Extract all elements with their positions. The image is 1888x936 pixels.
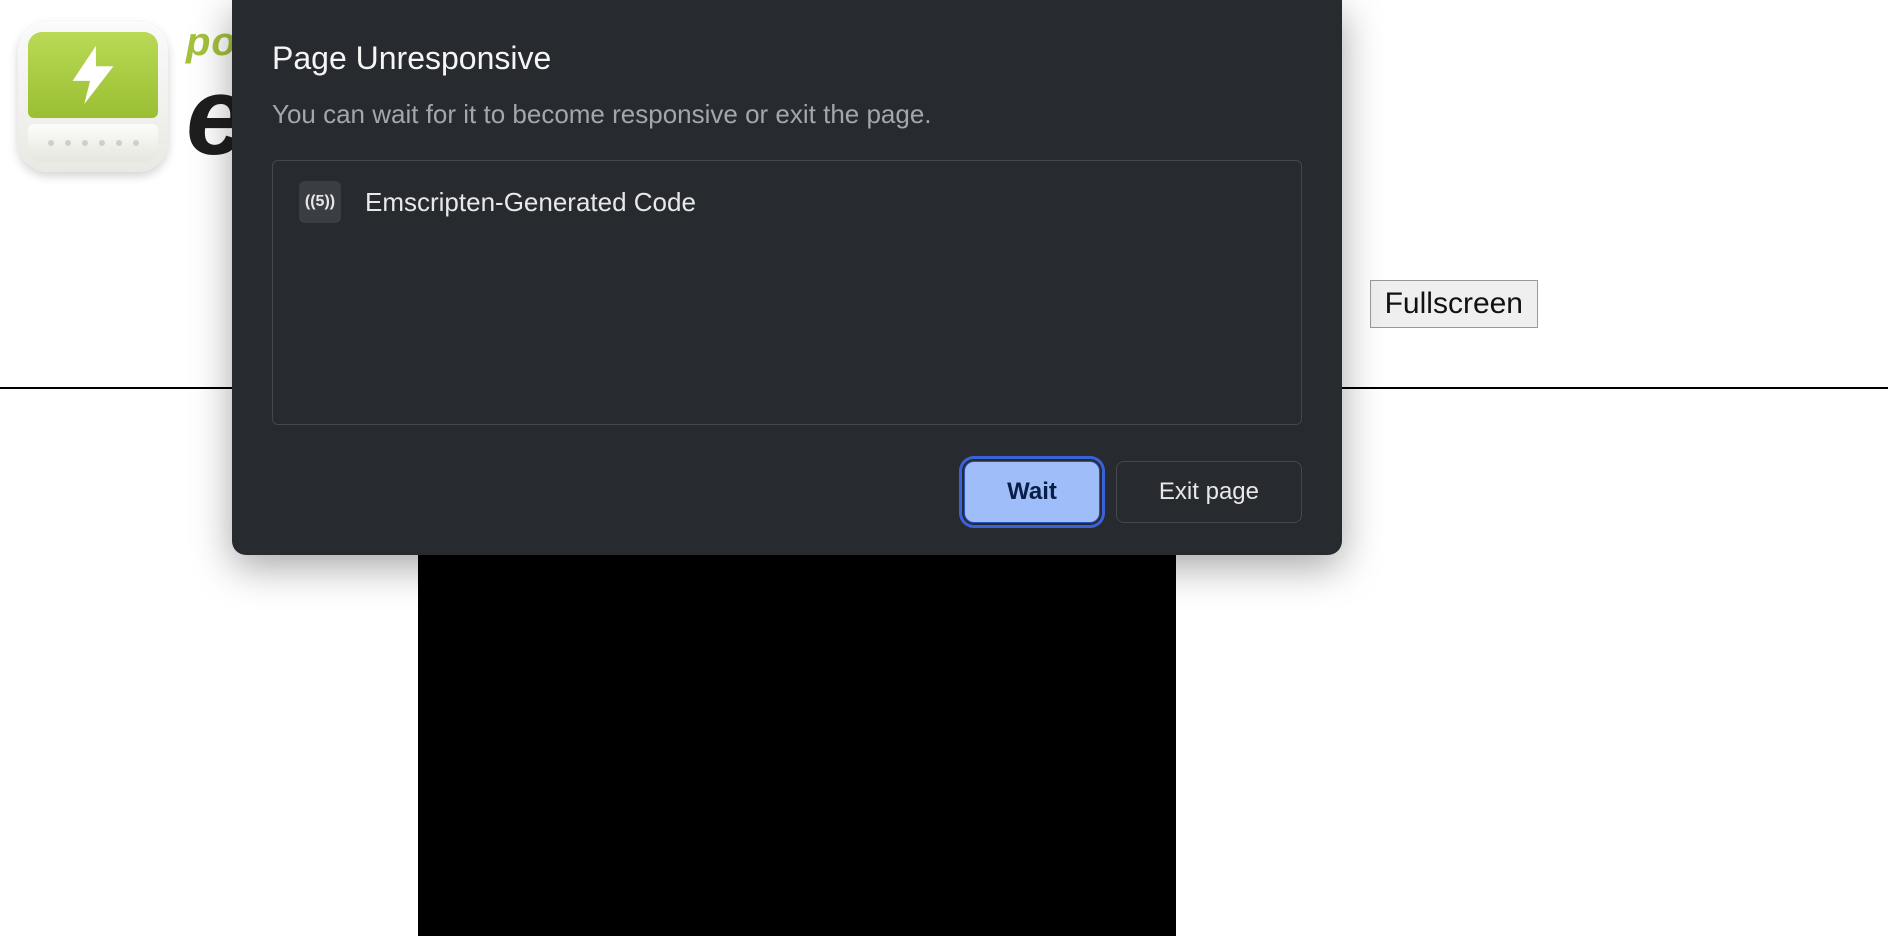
- unresponsive-process-list: ((5)) Emscripten-Generated Code: [272, 160, 1302, 425]
- exit-page-button[interactable]: Exit page: [1116, 461, 1302, 523]
- page-unresponsive-dialog: Page Unresponsive You can wait for it to…: [232, 0, 1342, 555]
- process-favicon-icon: ((5)): [299, 181, 341, 223]
- dialog-message: You can wait for it to become responsive…: [272, 99, 1302, 130]
- logo-block: po e: [18, 22, 244, 172]
- dialog-actions: Wait Exit page: [272, 461, 1302, 523]
- logo-tile: [18, 22, 168, 172]
- wait-button[interactable]: Wait: [964, 461, 1100, 523]
- process-name: Emscripten-Generated Code: [365, 187, 696, 218]
- lightning-icon: [58, 40, 128, 110]
- logo-tile-bottom: [28, 124, 158, 162]
- fullscreen-button[interactable]: Fullscreen: [1370, 280, 1538, 328]
- dialog-title: Page Unresponsive: [272, 40, 1302, 77]
- logo-tile-top: [28, 32, 158, 118]
